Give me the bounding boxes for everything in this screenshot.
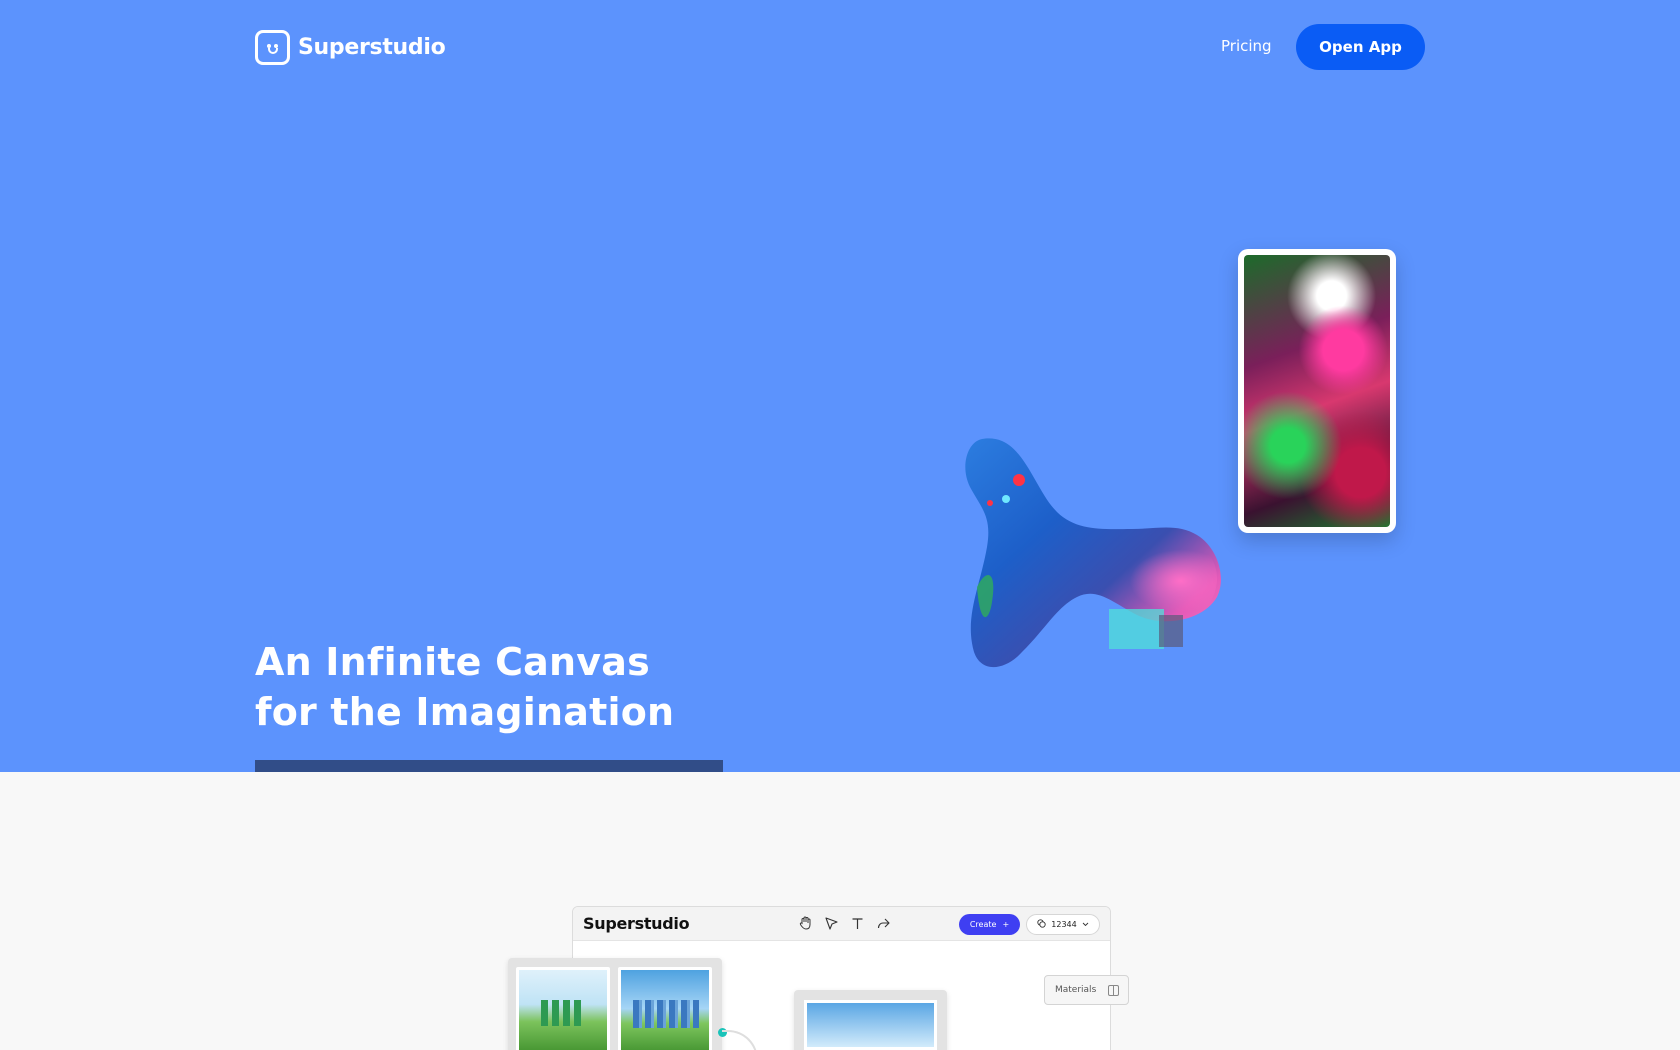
stonehenge-image: [519, 970, 607, 1050]
plus-icon: +: [1002, 920, 1010, 929]
create-button[interactable]: Create +: [959, 914, 1020, 935]
hero-input-bar[interactable]: [255, 760, 723, 772]
hero-title-line-2: for the Imagination: [255, 690, 675, 734]
text-icon[interactable]: [849, 915, 865, 931]
brand-name: Superstudio: [298, 35, 446, 60]
canvas-thumbnail[interactable]: [618, 967, 712, 1050]
canvas-image-node[interactable]: [794, 990, 947, 1050]
sky-image: [807, 1003, 934, 1047]
fantasy-art-card: [1238, 249, 1396, 533]
materials-label: Materials: [1055, 985, 1097, 995]
canvas-image-group[interactable]: [508, 958, 722, 1050]
panel-icon: [1108, 984, 1120, 996]
app-preview-tools: [797, 915, 891, 931]
chevron-down-icon: [1082, 920, 1089, 929]
credits-count: 12344: [1051, 920, 1077, 929]
share-icon[interactable]: [875, 915, 891, 931]
open-app-button[interactable]: Open App: [1296, 24, 1425, 70]
nav-pricing-link[interactable]: Pricing: [1221, 37, 1272, 55]
pointer-icon[interactable]: [823, 915, 839, 931]
brush-blob-image: [965, 438, 1221, 668]
brand-logo-link[interactable]: Superstudio: [255, 30, 446, 65]
city-field-image: [621, 970, 709, 1050]
hand-icon[interactable]: [797, 915, 813, 931]
hero-title-line-1: An Infinite Canvas: [255, 640, 650, 684]
fantasy-art-image: [1244, 255, 1390, 527]
materials-panel-toggle[interactable]: Materials: [1044, 975, 1129, 1005]
hero-section: Superstudio Pricing Open App An Infinite…: [0, 0, 1680, 772]
create-button-label: Create: [969, 920, 997, 929]
logo-face-icon: [255, 30, 290, 65]
credits-dropdown[interactable]: 12344: [1026, 914, 1100, 935]
canvas-thumbnail[interactable]: [516, 967, 610, 1050]
app-preview-toolbar: Superstudio Create + 12344: [573, 907, 1110, 941]
coins-icon: [1037, 919, 1046, 930]
app-preview-brand: Superstudio: [583, 914, 690, 933]
hero-title: An Infinite Canvas for the Imagination: [255, 637, 674, 737]
